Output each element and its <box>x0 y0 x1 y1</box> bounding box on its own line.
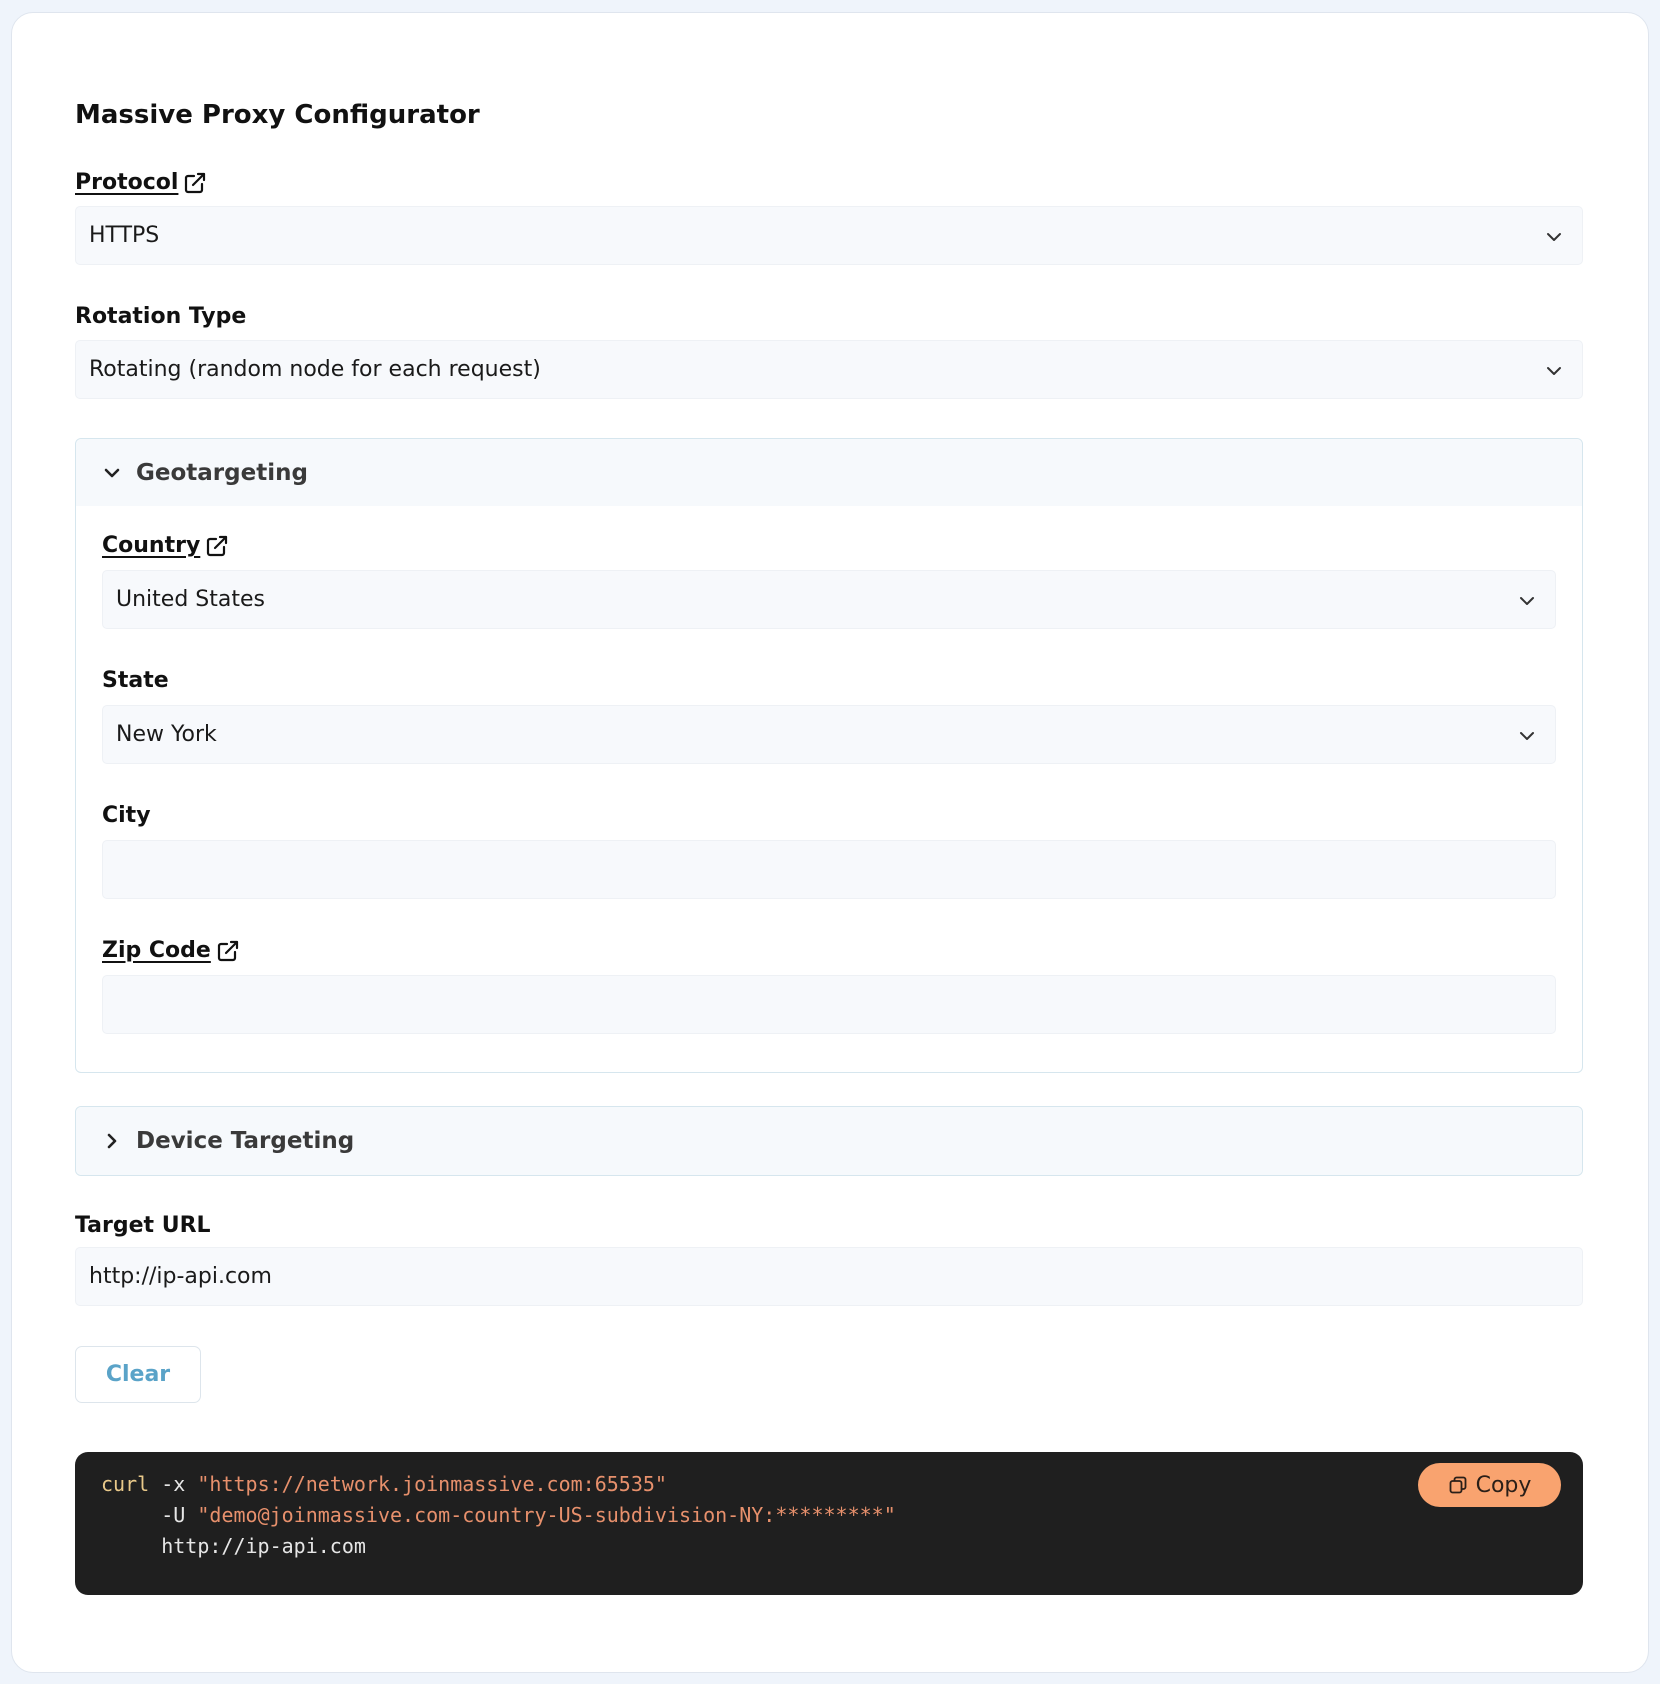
rotation-label: Rotation Type <box>75 304 246 329</box>
code-line-3: http://ip-api.com <box>101 1531 1583 1562</box>
device-targeting-toggle[interactable]: Device Targeting <box>76 1107 1582 1175</box>
country-value: United States <box>116 587 265 612</box>
protocol-value: HTTPS <box>89 223 160 248</box>
geotargeting-heading: Geotargeting <box>136 459 308 486</box>
city-label: City <box>102 803 151 828</box>
zip-code-label-text: Zip Code <box>102 938 211 963</box>
code-proxy: "https://network.joinmassive.com:65535" <box>197 1472 667 1496</box>
chevron-right-icon <box>107 1133 117 1149</box>
chevron-down-icon <box>1547 367 1561 375</box>
code-url: http://ip-api.com <box>161 1534 366 1558</box>
zip-code-input[interactable] <box>102 975 1556 1034</box>
rotation-label-text: Rotation Type <box>75 304 247 329</box>
code-cmd: curl <box>101 1472 150 1496</box>
protocol-label[interactable]: Protocol <box>75 170 207 195</box>
target-url-label: Target URL <box>75 1213 211 1238</box>
external-link-icon <box>185 172 206 193</box>
code-line-1: curl -x "https://network.joinmassive.com… <box>101 1469 1583 1500</box>
state-label: State <box>102 668 169 693</box>
copy-icon <box>1449 1476 1466 1494</box>
geotargeting-toggle[interactable]: Geotargeting <box>76 439 1582 506</box>
state-value: New York <box>116 722 217 747</box>
rotation-select[interactable]: Rotating (random node for each request) <box>75 340 1583 399</box>
country-label[interactable]: Country <box>102 533 229 558</box>
chevron-down-icon <box>1547 233 1561 241</box>
protocol-select[interactable]: HTTPS <box>75 206 1583 265</box>
rotation-value: Rotating (random node for each request) <box>89 357 541 382</box>
state-label-text: State <box>102 668 169 693</box>
chevron-down-icon <box>104 468 120 477</box>
code-flag-x: -x <box>161 1472 186 1496</box>
clear-button[interactable]: Clear <box>75 1346 201 1403</box>
external-link-icon <box>217 940 238 961</box>
copy-label: Copy <box>1475 1472 1532 1498</box>
external-link-icon <box>207 535 228 556</box>
copy-button[interactable]: Copy <box>1418 1463 1561 1507</box>
city-label-text: City <box>102 803 151 828</box>
device-targeting-heading: Device Targeting <box>136 1128 355 1154</box>
code-flag-u: -U <box>161 1503 186 1527</box>
code-auth: "demo@joinmassive.com-country-US-subdivi… <box>197 1503 896 1527</box>
code-line-2: -U "demo@joinmassive.com-country-US-subd… <box>101 1500 1583 1531</box>
state-select[interactable]: New York <box>102 705 1556 764</box>
target-url-input[interactable]: http://ip-api.com <box>75 1247 1583 1306</box>
target-url-label-text: Target URL <box>75 1213 211 1238</box>
country-label-text: Country <box>102 533 201 558</box>
curl-command-block: curl -x "https://network.joinmassive.com… <box>75 1452 1583 1595</box>
protocol-label-text: Protocol <box>75 170 179 195</box>
device-targeting-section: Device Targeting <box>75 1106 1583 1176</box>
target-url-value: http://ip-api.com <box>89 1264 272 1289</box>
country-select[interactable]: United States <box>102 570 1556 629</box>
chevron-down-icon <box>1520 597 1534 605</box>
zip-code-label[interactable]: Zip Code <box>102 938 240 963</box>
page-title: Massive Proxy Configurator <box>75 100 480 130</box>
chevron-down-icon <box>1520 732 1534 740</box>
city-input[interactable] <box>102 840 1556 899</box>
